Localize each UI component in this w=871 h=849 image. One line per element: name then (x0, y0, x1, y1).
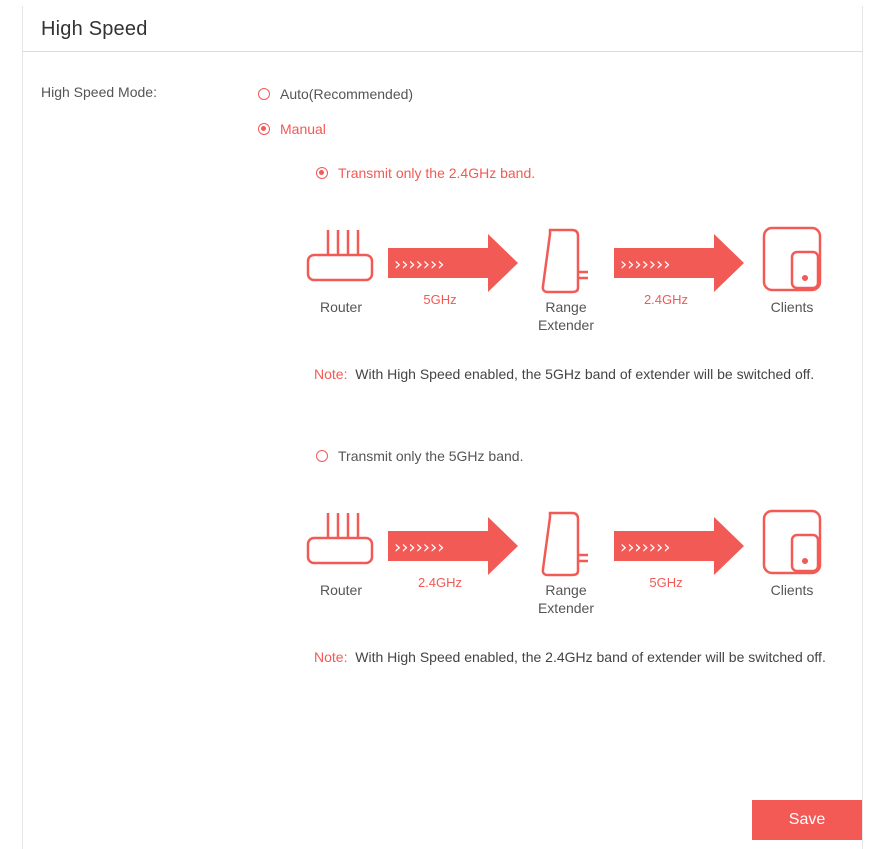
settings-panel (22, 6, 863, 849)
router-label: Router (319, 299, 363, 315)
mode-option-manual[interactable]: Manual (258, 121, 326, 137)
range-extender-icon (541, 228, 588, 294)
band-5ghz-radio[interactable] (316, 450, 328, 462)
svg-text:›››››››: ››››››› (394, 537, 444, 558)
auto-radio[interactable] (258, 88, 270, 100)
auto-radio-label: Auto(Recommended) (280, 86, 414, 102)
extender-label: Range Extender (526, 581, 606, 617)
router-icon (306, 230, 374, 282)
second-band-label: 2.4GHz (643, 292, 689, 307)
svg-text:›››››››: ››››››› (620, 537, 670, 558)
extender-label-line-1: Range (545, 299, 587, 315)
extender-label: Range Extender (526, 298, 606, 334)
band-option-5ghz[interactable]: Transmit only the 5GHz band. (316, 448, 523, 464)
first-band-label: 2.4GHz (417, 575, 463, 590)
router-label: Router (319, 582, 363, 598)
band-diagram-2: ››››››› ››››››› Router 2.4GHz Range Exte… (300, 503, 840, 623)
save-button[interactable]: Save (752, 800, 862, 840)
first-band-label: 5GHz (423, 292, 457, 307)
clients-label: Clients (770, 582, 814, 598)
manual-radio[interactable] (258, 123, 270, 135)
extender-label-line-1: Range (545, 582, 587, 598)
band-diagram-1: ››››››› ››››››› Router 5GHz Range Extend… (300, 220, 840, 340)
extender-label-line-2: Extender (537, 600, 595, 616)
note-2: Note: With High Speed enabled, the 2.4GH… (314, 643, 844, 671)
mode-option-auto[interactable]: Auto(Recommended) (258, 86, 413, 102)
band-24ghz-label: Transmit only the 2.4GHz band. (338, 165, 536, 181)
arrow-icon: ››››››› (614, 517, 744, 575)
note-2-text: With High Speed enabled, the 2.4GHz band… (355, 649, 826, 665)
band-24ghz-radio[interactable] (316, 167, 328, 179)
note-1-text: With High Speed enabled, the 5GHz band o… (355, 366, 815, 382)
arrow-icon: ››››››› (614, 234, 744, 292)
arrow-icon: ››››››› (388, 517, 518, 575)
manual-radio-label: Manual (280, 121, 326, 137)
note-1: Note: With High Speed enabled, the 5GHz … (314, 360, 844, 388)
note-1-prefix: Note: (314, 366, 348, 382)
band-option-24ghz[interactable]: Transmit only the 2.4GHz band. (316, 165, 535, 181)
router-icon (306, 513, 374, 565)
range-extender-icon (541, 511, 588, 577)
band-5ghz-label: Transmit only the 5GHz band. (338, 448, 524, 464)
high-speed-mode-label: High Speed Mode: (41, 84, 157, 100)
clients-icon (762, 226, 822, 292)
svg-text:›››››››: ››››››› (620, 254, 670, 275)
title-divider (22, 51, 863, 52)
arrow-icon: ››››››› (388, 234, 518, 292)
clients-label: Clients (770, 299, 814, 315)
extender-label-line-2: Extender (537, 317, 595, 333)
note-2-prefix: Note: (314, 649, 348, 665)
second-band-label: 5GHz (649, 575, 683, 590)
svg-text:›››››››: ››››››› (394, 254, 444, 275)
section-title: High Speed (41, 18, 148, 40)
clients-icon (762, 509, 822, 575)
